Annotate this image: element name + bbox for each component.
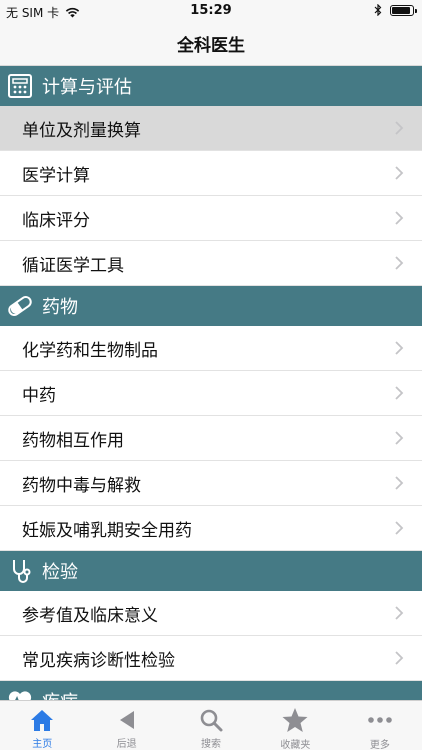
status-right xyxy=(374,4,417,16)
list-item[interactable]: 医学计算 xyxy=(0,151,422,196)
list-item[interactable]: 参考值及临床意义 xyxy=(0,591,422,636)
tab-label: 搜索 xyxy=(201,739,222,750)
list-item-label: 妊娠及哺乳期安全用药 xyxy=(22,520,192,541)
section-header: 疾病 xyxy=(0,681,422,700)
list-item[interactable]: 中药 xyxy=(0,371,422,416)
section-title: 疾病 xyxy=(42,688,78,700)
section-title: 计算与评估 xyxy=(42,77,132,98)
list-item-label: 药物相互作用 xyxy=(22,430,124,451)
chevron-right-icon xyxy=(395,386,404,400)
chevron-right-icon xyxy=(395,166,404,180)
main-list[interactable]: 计算与评估单位及剂量换算 医学计算临床评分循证医学工具药物化学药和生物制品 中药药物… xyxy=(0,66,422,700)
list-item-label: 药物中毒与解救 xyxy=(22,475,141,496)
list-item[interactable]: 妊娠及哺乳期安全用药 xyxy=(0,506,422,551)
status-bar: 无 SIM 卡 15:29 xyxy=(0,0,422,22)
list-item[interactable]: 循证医学工具 xyxy=(0,241,422,286)
list-item-label: 常见疾病诊断性检验 xyxy=(22,650,175,671)
chevron-right-icon xyxy=(395,211,404,225)
list-item-label: 化学药和生物制品 xyxy=(22,340,158,361)
list-item[interactable]: 单位及剂量换算 xyxy=(0,106,422,151)
list-item[interactable]: 化学药和生物制品 xyxy=(0,326,422,371)
calculator-icon xyxy=(6,72,34,100)
list-item[interactable]: 药物相互作用 xyxy=(0,416,422,461)
list-item-label: 循证医学工具 xyxy=(22,255,124,276)
search-icon xyxy=(197,706,225,733)
tab-bar: 主页 后退 搜索 收藏夹 更多 xyxy=(0,700,422,750)
section-header: 检验 xyxy=(0,551,422,591)
list-item[interactable]: 药物中毒与解救 xyxy=(0,461,422,506)
list-item[interactable]: 常见疾病诊断性检验 xyxy=(0,636,422,681)
bluetooth-icon xyxy=(374,4,382,16)
more-icon xyxy=(366,706,394,734)
section-title: 检验 xyxy=(42,562,78,583)
chevron-right-icon xyxy=(395,606,404,620)
star-icon xyxy=(281,706,309,734)
section-header: 药物 xyxy=(0,286,422,326)
section-title: 药物 xyxy=(42,297,78,318)
heart-icon xyxy=(6,687,34,700)
tab-label: 主页 xyxy=(32,739,53,750)
battery-level xyxy=(392,6,410,14)
chevron-right-icon xyxy=(395,476,404,490)
battery-icon xyxy=(390,4,417,16)
chevron-right-icon xyxy=(395,431,404,445)
tab-back-arrow[interactable]: 后退 xyxy=(84,701,168,750)
tab-search[interactable]: 搜索 xyxy=(169,701,253,750)
list-item[interactable]: 临床评分 xyxy=(0,196,422,241)
list-item-label: 临床评分 xyxy=(22,210,90,231)
chevron-right-icon xyxy=(395,521,404,535)
tab-label: 更多 xyxy=(369,740,390,750)
tab-more[interactable]: 更多 xyxy=(338,701,422,750)
page-title: 全科医生 xyxy=(177,36,245,56)
list-item-label: 单位及剂量换算 xyxy=(22,120,141,141)
chevron-right-icon xyxy=(395,651,404,665)
navigation-bar: 全科医生 xyxy=(0,22,422,66)
list-item-label: 中药 xyxy=(22,385,56,406)
chevron-right-icon xyxy=(395,121,404,135)
list-item-label: 医学计算 xyxy=(22,165,90,186)
tab-home[interactable]: 主页 xyxy=(0,701,84,750)
chevron-right-icon xyxy=(395,256,404,270)
tab-label: 后退 xyxy=(116,739,137,750)
home-icon xyxy=(28,706,56,733)
stethoscope-icon xyxy=(6,557,34,585)
section-header: 计算与评估 xyxy=(0,66,422,106)
chevron-right-icon xyxy=(395,341,404,355)
tab-star[interactable]: 收藏夹 xyxy=(253,701,337,750)
back-arrow-icon xyxy=(113,706,141,733)
list-item-label: 参考值及临床意义 xyxy=(22,605,158,626)
status-time: 15:29 xyxy=(190,3,232,18)
pill-icon xyxy=(6,292,34,320)
tab-label: 收藏夹 xyxy=(280,740,311,750)
